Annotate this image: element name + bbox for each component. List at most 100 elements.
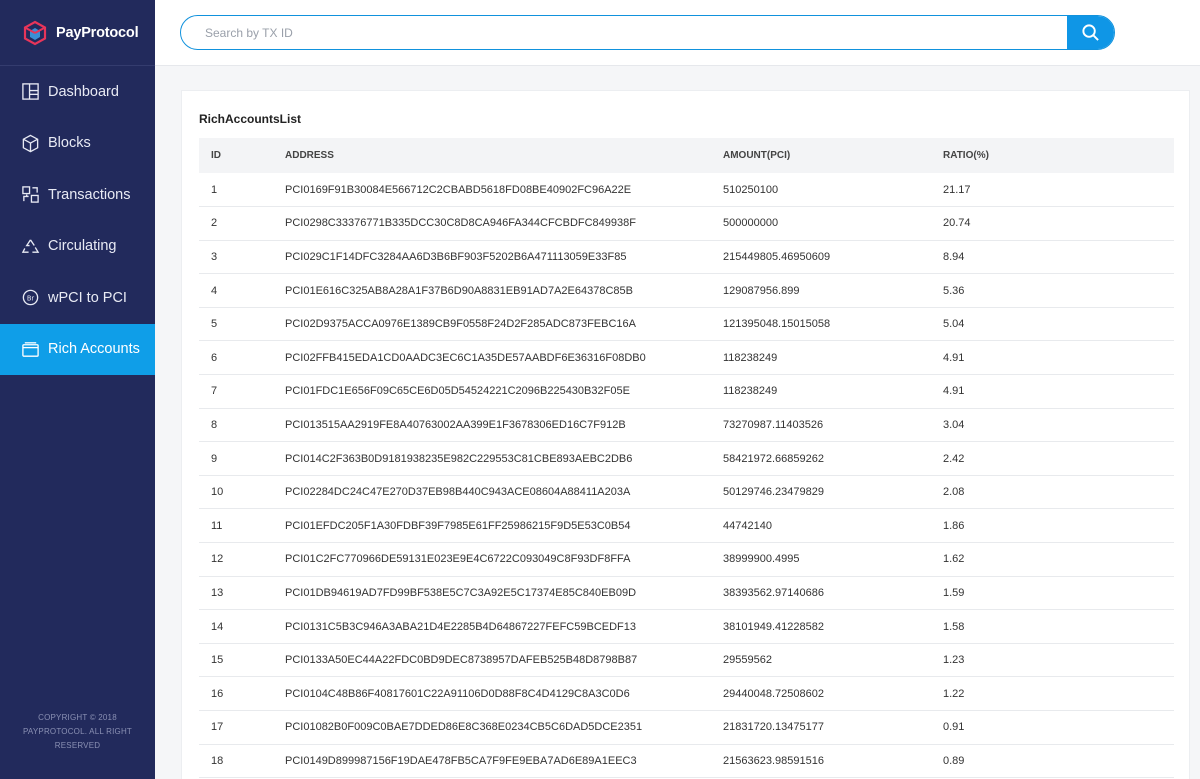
row-ratio: 1.62 — [943, 542, 1174, 577]
row-address[interactable]: PCI0131C5B3C946A3ABA21D4E2285B4D64867227… — [285, 609, 723, 644]
row-address[interactable]: PCI02D9375ACCA0976E1389CB9F0558F24D2F285… — [285, 307, 723, 342]
sidebar-item-dashboard[interactable]: Dashboard — [0, 66, 155, 118]
row-address[interactable]: PCI02284DC24C47E270D37EB98B440C943ACE086… — [285, 475, 723, 510]
row-ratio: 1.23 — [943, 643, 1174, 678]
table-row[interactable]: 14 PCI0131C5B3C946A3ABA21D4E2285B4D648672… — [199, 609, 1174, 644]
copyright-line: COPYRIGHT © 2018 — [38, 713, 117, 722]
row-ratio: 5.04 — [943, 307, 1174, 342]
row-id: 7 — [199, 374, 285, 409]
sidebar-item-circulating[interactable]: Circulating — [0, 221, 155, 273]
column-header-id: ID — [211, 150, 221, 161]
row-ratio: 2.08 — [943, 475, 1174, 510]
row-address[interactable]: PCI01E616C325AB8A28A1F37B6D90A8831EB91AD… — [285, 273, 723, 308]
table-row[interactable]: 4 PCI01E616C325AB8A28A1F37B6D90A8831EB91A… — [199, 273, 1174, 308]
row-ratio: 3.04 — [943, 408, 1174, 443]
table-row[interactable]: 7 PCI01FDC1E656F09C65CE6D05D54524221C2096… — [199, 374, 1174, 409]
row-ratio: 0.89 — [943, 744, 1174, 779]
row-id: 10 — [199, 475, 285, 510]
row-amount: 50129746.23479829 — [723, 475, 943, 510]
row-id: 1 — [199, 173, 285, 208]
table-row[interactable]: 5 PCI02D9375ACCA0976E1389CB9F0558F24D2F28… — [199, 307, 1174, 342]
table-row[interactable]: 12 PCI01C2FC770966DE59131E023E9E4C6722C09… — [199, 542, 1174, 577]
row-amount: 510250100 — [723, 173, 943, 208]
row-amount: 500000000 — [723, 206, 943, 241]
search-input[interactable] — [181, 16, 1067, 49]
table-row[interactable]: 2 PCI0298C33376771B335DCC30C8D8CA946FA344… — [199, 206, 1174, 241]
row-id: 17 — [199, 710, 285, 745]
row-id: 8 — [199, 408, 285, 443]
search-button[interactable] — [1067, 16, 1114, 49]
row-amount: 58421972.66859262 — [723, 441, 943, 476]
table-row[interactable]: 3 PCI029C1F14DFC3284AA6D3B6BF903F5202B6A4… — [199, 240, 1174, 275]
logo-icon — [23, 20, 47, 45]
sidebar-item-label: Rich Accounts — [48, 341, 140, 358]
row-ratio: 4.91 — [943, 340, 1174, 376]
row-id: 12 — [199, 542, 285, 577]
row-amount: 121395048.15015058 — [723, 307, 943, 342]
sidebar-item-blocks[interactable]: Blocks — [0, 118, 155, 170]
table-row[interactable]: 1 PCI0169F91B30084E566712C2CBABD5618FD08B… — [199, 173, 1174, 208]
sidebar-item-label: Blocks — [48, 135, 91, 152]
row-ratio: 20.74 — [943, 206, 1174, 241]
sidebar-nav: Dashboard Blocks Transactions Circulatin… — [0, 66, 155, 375]
sidebar-item-wpci-to-pci[interactable]: Br wPCI to PCI — [0, 272, 155, 324]
row-address[interactable]: PCI0298C33376771B335DCC30C8D8CA946FA344C… — [285, 206, 723, 241]
row-address[interactable]: PCI0133A50EC44A22FDC0BD9DEC8738957DAFEB5… — [285, 643, 723, 678]
row-ratio: 8.94 — [943, 240, 1174, 275]
row-amount: 38101949.41228582 — [723, 609, 943, 644]
row-ratio: 1.59 — [943, 576, 1174, 611]
column-header-address: ADDRESS — [285, 150, 334, 161]
svg-text:Br: Br — [27, 295, 35, 303]
row-address[interactable]: PCI01082B0F009C0BAE7DDED86E8C368E0234CB5… — [285, 710, 723, 745]
sidebar-item-label: Dashboard — [48, 83, 119, 100]
row-ratio: 5.36 — [943, 273, 1174, 308]
brand[interactable]: PayProtocol — [0, 0, 155, 66]
wallet-icon — [22, 341, 39, 357]
row-address[interactable]: PCI0169F91B30084E566712C2CBABD5618FD08BE… — [285, 173, 723, 208]
table-header-row: ID ADDRESS AMOUNT(PCI) RATIO(%) — [199, 138, 1174, 173]
sidebar-item-transactions[interactable]: Transactions — [0, 169, 155, 221]
table-row[interactable]: 10 PCI02284DC24C47E270D37EB98B440C943ACE0… — [199, 475, 1174, 510]
row-id: 5 — [199, 307, 285, 342]
table-row[interactable]: 16 PCI0104C48B86F40817601C22A91106D0D88F8… — [199, 676, 1174, 711]
row-amount: 21563623.98591516 — [723, 744, 943, 779]
row-address[interactable]: PCI02FFB415EDA1CD0AADC3EC6C1A35DE57AABDF… — [285, 340, 723, 376]
row-id: 2 — [199, 206, 285, 241]
table-row[interactable]: 8 PCI013515AA2919FE8A40763002AA399E1F3678… — [199, 408, 1174, 443]
row-address[interactable]: PCI0104C48B86F40817601C22A91106D0D88F8C4… — [285, 676, 723, 711]
sidebar-item-rich-accounts[interactable]: Rich Accounts — [0, 323, 155, 375]
row-address[interactable]: PCI0149D899987156F19DAE478FB5CA7F9FE9EBA… — [285, 744, 723, 779]
circulating-icon — [21, 239, 40, 253]
sidebar-item-label: wPCI to PCI — [48, 289, 127, 306]
cube-icon — [22, 134, 39, 153]
row-amount: 215449805.46950609 — [723, 240, 943, 275]
row-address[interactable]: PCI014C2F363B0D9181938235E982C229553C81C… — [285, 441, 723, 476]
table-row[interactable]: 6 PCI02FFB415EDA1CD0AADC3EC6C1A35DE57AABD… — [199, 340, 1174, 376]
row-ratio: 1.22 — [943, 676, 1174, 711]
row-amount: 38999900.4995 — [723, 542, 943, 577]
row-amount: 29559562 — [723, 643, 943, 678]
table-row[interactable]: 13 PCI01DB94619AD7FD99BF538E5C7C3A92E5C17… — [199, 576, 1174, 611]
row-address[interactable]: PCI01DB94619AD7FD99BF538E5C7C3A92E5C1737… — [285, 576, 723, 611]
row-id: 6 — [199, 340, 285, 376]
rich-accounts-table: ID ADDRESS AMOUNT(PCI) RATIO(%) 1 PCI0169… — [199, 138, 1174, 779]
row-id: 3 — [199, 240, 285, 275]
table-row[interactable]: 18 PCI0149D899987156F19DAE478FB5CA7F9FE9E… — [199, 744, 1174, 779]
row-address[interactable]: PCI013515AA2919FE8A40763002AA399E1F36783… — [285, 408, 723, 443]
row-address[interactable]: PCI029C1F14DFC3284AA6D3B6BF903F5202B6A47… — [285, 240, 723, 275]
table-row[interactable]: 9 PCI014C2F363B0D9181938235E982C229553C81… — [199, 441, 1174, 476]
row-address[interactable]: PCI01FDC1E656F09C65CE6D05D54524221C2096B… — [285, 374, 723, 409]
row-ratio: 1.58 — [943, 609, 1174, 644]
row-id: 15 — [199, 643, 285, 678]
table-row[interactable]: 11 PCI01EFDC205F1A30FDBF39F7985E61FF25986… — [199, 508, 1174, 544]
row-address[interactable]: PCI01C2FC770966DE59131E023E9E4C6722C0930… — [285, 542, 723, 577]
row-id: 11 — [199, 508, 285, 544]
table-row[interactable]: 17 PCI01082B0F009C0BAE7DDED86E8C368E0234C… — [199, 710, 1174, 745]
row-id: 4 — [199, 273, 285, 308]
row-address[interactable]: PCI01EFDC205F1A30FDBF39F7985E61FF2598621… — [285, 508, 723, 544]
row-id: 14 — [199, 609, 285, 644]
table-row[interactable]: 15 PCI0133A50EC44A22FDC0BD9DEC8738957DAFE… — [199, 643, 1174, 678]
brand-name: PayProtocol — [56, 24, 139, 41]
column-header-ratio: RATIO(%) — [943, 150, 989, 161]
transactions-icon — [22, 186, 39, 204]
